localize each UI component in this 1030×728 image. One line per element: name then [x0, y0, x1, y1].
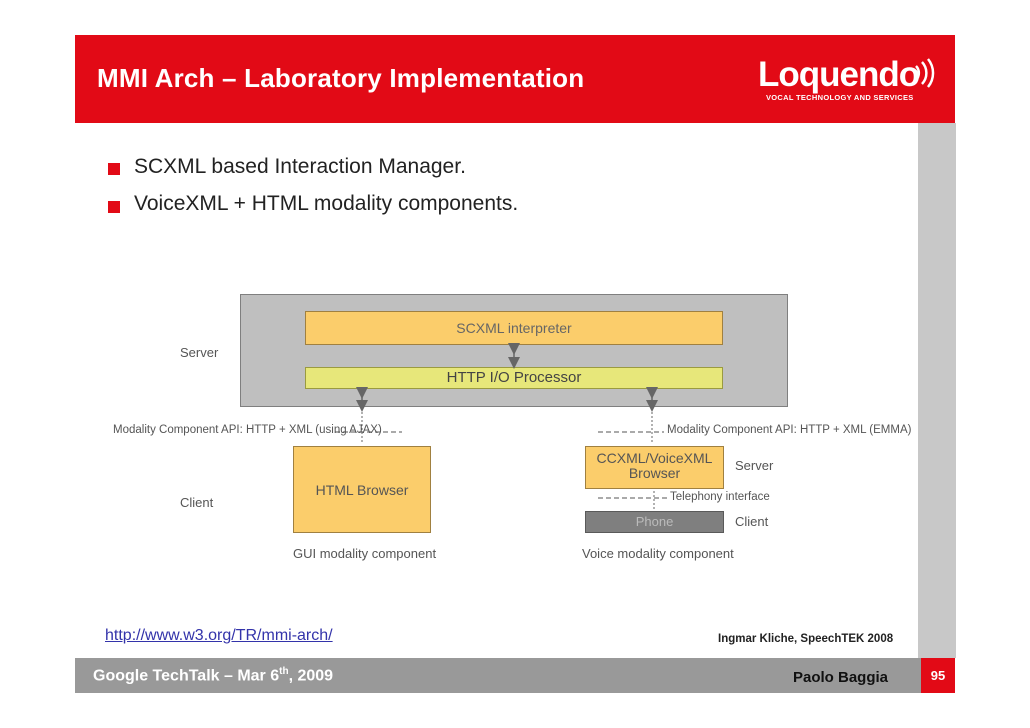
- api-left-label: Modality Component API: HTTP + XML (usin…: [113, 424, 382, 436]
- telephony-label: Telephony interface: [670, 491, 770, 503]
- event-prefix: Google TechTalk – Mar 6: [93, 667, 280, 685]
- client-label: Client: [180, 495, 214, 510]
- html-browser-box: HTML Browser: [293, 446, 431, 533]
- page-number: 95: [930, 668, 946, 683]
- voice-component-label: Voice modality component: [582, 546, 734, 561]
- phone-box: Phone: [585, 511, 724, 533]
- event-sup: th: [279, 666, 289, 677]
- ccxml-browser-box: CCXML/VoiceXML Browser: [585, 446, 724, 489]
- api-right-label: Modality Component API: HTTP + XML (EMMA…: [667, 424, 912, 436]
- diagram-connectors: [335, 343, 668, 510]
- event-label: Google TechTalk – Mar 6th, 2009: [93, 666, 333, 685]
- gui-component-label: GUI modality component: [293, 546, 437, 561]
- ccxml-browser-label: CCXML/VoiceXML Browser: [596, 450, 713, 481]
- html-browser-label: HTML Browser: [315, 482, 409, 498]
- mmi-arch-link[interactable]: http://www.w3.org/TR/mmi-arch/: [105, 627, 333, 645]
- phone-label: Phone: [635, 514, 674, 529]
- author-name: Paolo Baggia: [793, 669, 889, 686]
- voice-client-label: Client: [735, 514, 769, 529]
- event-suffix: , 2009: [288, 667, 334, 685]
- voice-server-label: Server: [735, 458, 774, 473]
- credit-text: Ingmar Kliche, SpeechTEK 2008: [718, 633, 894, 645]
